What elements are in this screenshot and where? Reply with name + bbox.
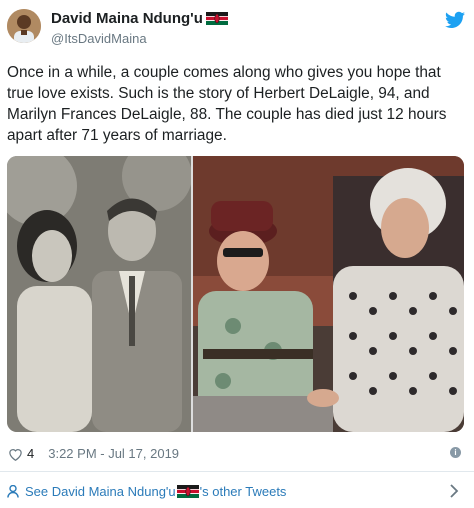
tweet-meta: 4 3:22 PM - Jul 17, 2019 (8, 446, 179, 461)
see-other-tweets-suffix[interactable]: 's other Tweets (200, 484, 287, 499)
heart-icon[interactable] (8, 447, 23, 461)
photo-vintage-couple[interactable] (7, 156, 191, 432)
author-handle[interactable]: @ItsDavidMaina (51, 31, 147, 46)
embedded-tweet-card: David Maina Ndung'u @ItsDavidMaina Once … (0, 0, 474, 508)
kenya-flag-icon (205, 12, 228, 25)
info-icon[interactable]: i (450, 447, 461, 458)
see-other-tweets-link[interactable]: See David Maina Ndung'u 's other Tweets (7, 484, 286, 499)
divider (0, 471, 474, 472)
tweet-timestamp[interactable]: 3:22 PM - Jul 17, 2019 (48, 446, 179, 461)
author-display-name[interactable]: David Maina Ndung'u (51, 10, 203, 27)
avatar[interactable] (7, 9, 41, 43)
tweet-text: Once in a while, a couple comes along wh… (7, 64, 447, 144)
tweet-media[interactable] (7, 156, 464, 432)
twitter-bird-icon[interactable] (445, 11, 465, 29)
chevron-right-icon[interactable] (449, 484, 459, 498)
kenya-flag-icon (176, 485, 199, 498)
see-other-tweets-prefix[interactable]: See David Maina Ndung'u (25, 484, 176, 499)
person-icon (7, 485, 19, 498)
author-name-row[interactable]: David Maina Ndung'u (51, 10, 228, 27)
photo-elderly-couple[interactable] (193, 156, 464, 432)
like-count[interactable]: 4 (27, 446, 34, 461)
